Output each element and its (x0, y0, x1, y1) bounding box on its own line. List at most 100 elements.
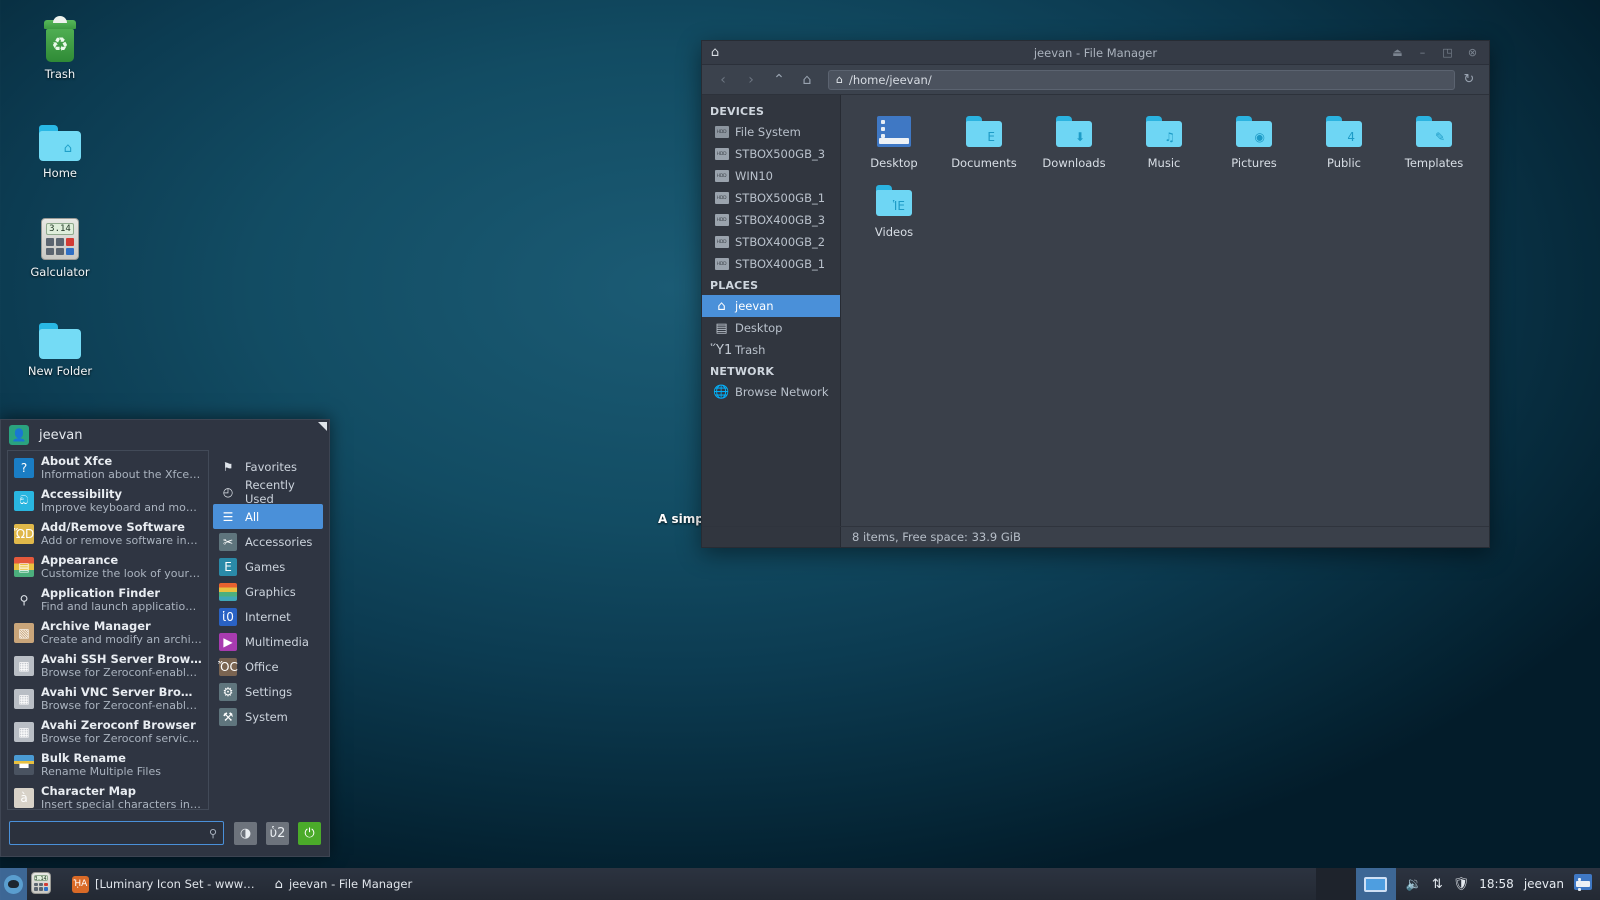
sidebar-device-stbox500gb-3[interactable]: STBOX500GB_3 (702, 143, 840, 165)
firefox-icon: ᾘA (72, 876, 89, 893)
menu-category-label: Accessories (245, 535, 312, 549)
menu-category-system[interactable]: ⚒ System (213, 704, 323, 729)
sidebar-places-list: ⌂ jeevan ▤ Desktop Ὕ1 Trash (702, 295, 840, 361)
whisker-menu[interactable]: 👤 jeevan ? About Xfce Information about th… (0, 419, 330, 857)
category-list[interactable]: ⚑ Favorites ◴ Recently Used ☰ All ✂ Accessories… (213, 450, 323, 810)
user-label[interactable]: jeevan (1524, 877, 1564, 891)
menu-app-character-map[interactable]: à Character Map Insert special characters … (8, 781, 208, 810)
menu-app-avahi-vnc-server-browser[interactable]: ▦ Avahi VNC Server Browser Browse for Zero… (8, 682, 208, 715)
workspace-1[interactable] (1316, 868, 1356, 900)
resize-grip[interactable] (318, 422, 327, 431)
sidebar-place-trash[interactable]: Ὕ1 Trash (702, 339, 840, 361)
desktop-icon-trash[interactable]: Trash (16, 14, 104, 81)
desktop-icon-new-folder[interactable]: New Folder (16, 311, 104, 378)
menu-app-avahi-zeroconf-browser[interactable]: ▦ Avahi Zeroconf Browser Browse for Zeroco… (8, 715, 208, 748)
desktop-background[interactable]: Trash ⌂ Home 3.14 Galculator New Folder (0, 0, 1600, 900)
sidebar-network-list: 🌐 Browse Network (702, 381, 840, 403)
desktop-icon-label: Home (16, 167, 104, 180)
file-item-documents[interactable]: ὜E Documents (939, 105, 1029, 174)
sidebar-device-stbox400gb-2[interactable]: STBOX400GB_2 (702, 231, 840, 253)
menu-app-archive-manager[interactable]: ▧ Archive Manager Create and modify an arc… (8, 616, 208, 649)
file-manager-body: DEVICES File SystemSTBOX500GB_3WIN10STBO… (702, 95, 1489, 526)
sidebar-place-desktop[interactable]: ▤ Desktop (702, 317, 840, 339)
menu-category-internet[interactable]: ἱ0 Internet (213, 604, 323, 629)
file-manager-titlebar[interactable]: ⌂ jeevan - File Manager ⏏ – ◳ ⊗ (702, 41, 1489, 65)
path-input[interactable]: ⌂ /home/jeevan/ (828, 70, 1455, 90)
file-item-label: Public (1299, 156, 1389, 170)
maximize-button[interactable]: ◳ (1441, 46, 1454, 59)
desktop-icon-galculator[interactable]: 3.14 Galculator (16, 212, 104, 279)
file-item-pictures[interactable]: ◉ Pictures (1209, 105, 1299, 174)
file-manager-window[interactable]: ⌂ jeevan - File Manager ⏏ – ◳ ⊗ ‹ › ⌃ ⌂ … (701, 40, 1490, 548)
menu-app-accessibility[interactable]: ඞ Accessibility Improve keyboard and mouse… (8, 484, 208, 517)
lock-button[interactable]: ὑ2 (266, 822, 289, 845)
menu-app-application-finder[interactable]: ⚲ Application Finder Find and launch appli… (8, 583, 208, 616)
menu-app-about-xfce[interactable]: ? About XfceInformation about the Xfce De… (8, 451, 208, 484)
file-item-videos[interactable]: ἹE Videos (849, 174, 939, 243)
sidebar-device-file-system[interactable]: File System (702, 121, 840, 143)
close-button[interactable]: ⊗ (1466, 46, 1479, 59)
workspace-switcher[interactable] (1316, 868, 1396, 900)
search-box[interactable]: ⚲ (9, 821, 224, 845)
file-item-public[interactable]: ὆4 Public (1299, 105, 1389, 174)
sidebar-device-stbox400gb-3[interactable]: STBOX400GB_3 (702, 209, 840, 231)
workspace-2[interactable] (1356, 868, 1396, 900)
menu-category-games[interactable]: ὇E Games (213, 554, 323, 579)
menu-app-avahi-ssh-server-browser[interactable]: ▦ Avahi SSH Server Browser Browse for Zero… (8, 649, 208, 682)
menu-category-recently-used[interactable]: ◴ Recently Used (213, 479, 323, 504)
whisker-menu-button[interactable] (0, 868, 27, 900)
application-list[interactable]: ? About XfceInformation about the Xfce De… (7, 450, 209, 810)
sidebar-network-browse[interactable]: 🌐 Browse Network (702, 381, 840, 403)
menu-category-accessories[interactable]: ✂ Accessories (213, 529, 323, 554)
file-item-desktop[interactable]: Desktop (849, 105, 939, 174)
sidebar-place-label: jeevan (735, 299, 774, 313)
folder-icon: ὜E (939, 111, 1029, 151)
parent-folder-icon[interactable]: ⌃ (766, 69, 792, 91)
taskbar-window-label: [Luminary Icon Set - www… (95, 877, 255, 891)
sidebar-device-label: STBOX400GB_3 (735, 213, 825, 227)
file-manager-content[interactable]: Desktop ὜E Documents ⬇ Downloads ♫ Music ◉ Pictu… (841, 95, 1489, 526)
menu-app-add-remove-software[interactable]: ὬD Add/Remove Software Add or remove softw… (8, 517, 208, 550)
list-icon: ☰ (219, 508, 237, 526)
forward-icon[interactable]: › (738, 69, 764, 91)
taskbar-window--luminary-icon-set-www-[interactable]: ᾘA [Luminary Icon Set - www… (64, 874, 263, 895)
file-item-downloads[interactable]: ⬇ Downloads (1029, 105, 1119, 174)
taskbar-window-jeevan-file-manager[interactable]: ⌂ jeevan - File Manager (267, 875, 421, 894)
file-item-templates[interactable]: ✎ Templates (1389, 105, 1479, 174)
menu-app-bulk-rename[interactable]: ▬ Bulk Rename Rename Multiple Files (8, 748, 208, 781)
help-icon: ? (14, 458, 34, 478)
menu-category-multimedia[interactable]: ▶ Multimedia (213, 629, 323, 654)
menu-app-appearance[interactable]: ▤ AppearanceCustomize the look of your de… (8, 550, 208, 583)
sidebar-device-stbox500gb-1[interactable]: STBOX500GB_1 (702, 187, 840, 209)
reload-icon[interactable]: ↻ (1457, 72, 1481, 87)
search-input[interactable] (16, 826, 209, 840)
desktop-folder-icon (849, 111, 939, 151)
folder-icon: ◉ (1209, 111, 1299, 151)
sidebar-place-jeevan[interactable]: ⌂ jeevan (702, 295, 840, 317)
file-item-music[interactable]: ♫ Music (1119, 105, 1209, 174)
sidebar-device-stbox400gb-1[interactable]: STBOX400GB_1 (702, 253, 840, 275)
shield-icon[interactable]: 🛡 (1453, 877, 1470, 892)
menu-category-office[interactable]: ὌC Office (213, 654, 323, 679)
menu-category-settings[interactable]: ⚙ Settings (213, 679, 323, 704)
home-icon[interactable]: ⌂ (794, 69, 820, 91)
show-desktop-icon[interactable] (1574, 874, 1592, 894)
speaker-icon[interactable]: 🔉 (1406, 877, 1422, 892)
network-jack-icon: ▦ (14, 722, 34, 742)
menu-category-all[interactable]: ☰ All (213, 504, 323, 529)
calculator-launcher[interactable]: 3.14 (27, 868, 54, 900)
clock-label[interactable]: 18:58 (1479, 877, 1514, 891)
menu-category-favorites[interactable]: ⚑ Favorites (213, 454, 323, 479)
sidebar-device-win10[interactable]: WIN10 (702, 165, 840, 187)
menu-category-graphics[interactable]: Graphics (213, 579, 323, 604)
desktop-icon-home[interactable]: ⌂ Home (16, 113, 104, 180)
minimize-button[interactable]: – (1416, 46, 1429, 59)
back-icon[interactable]: ‹ (710, 69, 736, 91)
pushpin-icon: ὌC (219, 658, 237, 676)
settings-button[interactable]: ◑ (234, 822, 257, 845)
logout-button[interactable]: ⏻ (298, 822, 321, 845)
shade-button[interactable]: ⏏ (1391, 46, 1404, 59)
user-icon: 👤 (9, 425, 29, 445)
menu-app-description: Insert special characters into docu… (41, 798, 202, 811)
network-updown-icon[interactable]: ⇅ (1432, 877, 1443, 892)
